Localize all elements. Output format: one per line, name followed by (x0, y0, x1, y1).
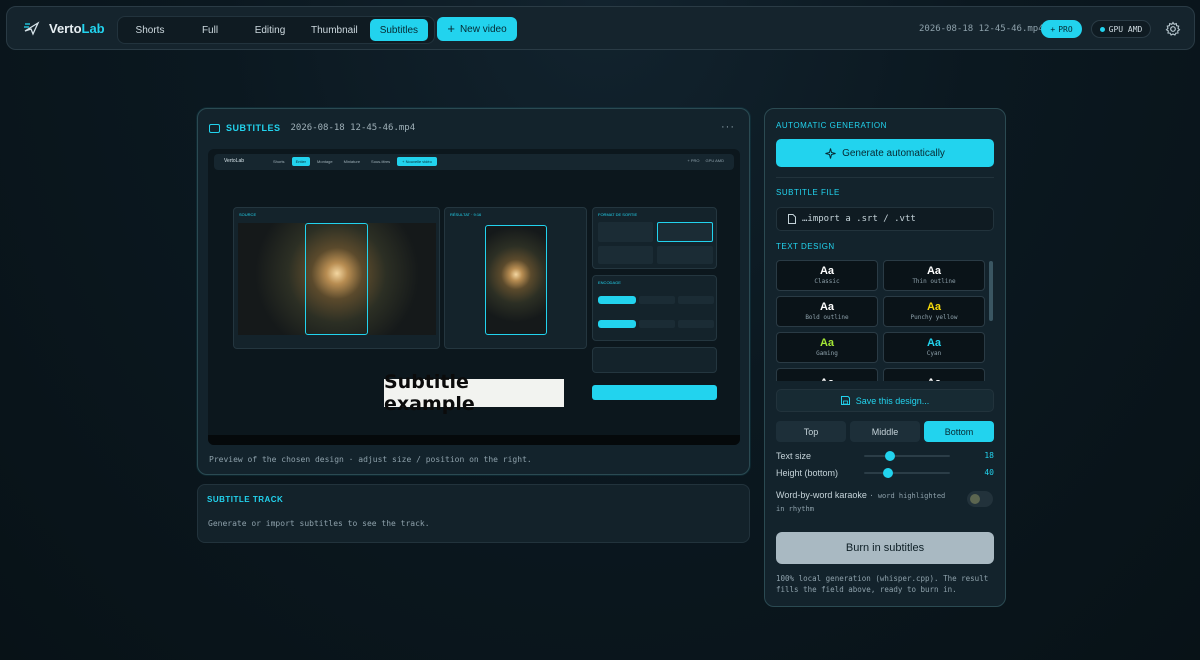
status-dot-icon (1099, 26, 1105, 32)
tab-full[interactable]: Full (181, 19, 239, 41)
more-options-icon[interactable]: ··· (721, 121, 735, 133)
top-bar: VertoLab Shorts Full Editing Thumbnail S… (6, 6, 1195, 50)
subtitle-track-card: SUBTITLE TRACK Generate or import subtit… (197, 484, 750, 543)
video-content-status: + PRO GPU AMD (687, 158, 724, 163)
new-video-label: New video (459, 23, 507, 35)
tab-shorts[interactable]: Shorts (121, 19, 179, 41)
gear-icon[interactable] (1165, 21, 1181, 37)
design-tile-cyan[interactable]: Aa Cyan (883, 332, 985, 363)
text-size-slider[interactable] (864, 451, 950, 461)
design-grid-scrollbar[interactable] (989, 261, 993, 321)
plus-icon: + (447, 21, 455, 36)
track-empty-text: Generate or import subtitles to see the … (208, 519, 430, 528)
video-content-tabs: Shorts Entier Montage Miniature Sous-tit… (269, 157, 437, 166)
design-tile-classic[interactable]: Aa Classic (776, 260, 878, 291)
burn-in-subtitles-button[interactable]: Burn in subtitles (776, 532, 994, 564)
design-tile-gaming[interactable]: Aa Gaming (776, 332, 878, 363)
pro-badge[interactable]: + PRO (1041, 20, 1082, 38)
karaoke-toggle-knob (970, 494, 980, 504)
subtitle-preview-card: SUBTITLES 2026-08-18 12-45-46.mp4 ··· Ve… (197, 108, 750, 475)
main-tabs: Shorts Full Editing Thumbnail Subtitles (117, 16, 435, 44)
karaoke-option: Word-by-word karaoke · word highlighted … (776, 489, 956, 515)
preview-header: SUBTITLES 2026-08-18 12-45-46.mp4 (209, 123, 415, 133)
height-bottom-row: Height (bottom) 40 (776, 466, 994, 480)
subtitles-icon (209, 123, 220, 133)
video-content-brand: VertoLab (224, 158, 245, 164)
generate-automatically-button[interactable]: Generate automatically (776, 139, 994, 167)
tab-subtitles[interactable]: Subtitles (369, 19, 429, 41)
design-tile-punchy-yellow[interactable]: Aa Punchy yellow (883, 296, 985, 327)
design-tile-bold-outline[interactable]: Aa Bold outline (776, 296, 878, 327)
subtitle-file-label: SUBTITLE FILE (776, 188, 840, 197)
text-size-label: Text size (776, 451, 812, 461)
divider (776, 177, 994, 178)
position-top-button[interactable]: Top (776, 421, 846, 442)
generation-footnote: 100% local generation (whisper.cpp). The… (776, 574, 989, 594)
height-bottom-slider[interactable] (864, 468, 950, 478)
import-subtitle-file-field[interactable]: …import a .srt / .vtt (776, 207, 994, 231)
design-presets-grid: Aa Classic Aa Thin outline Aa Bold outli… (776, 260, 988, 381)
position-bottom-button[interactable]: Bottom (924, 421, 994, 442)
film-plane-icon (24, 21, 40, 36)
design-tile-more-1[interactable]: Aa (776, 368, 878, 381)
file-icon (788, 214, 796, 224)
text-size-slider-thumb[interactable] (884, 451, 895, 461)
preview-title: SUBTITLES (226, 123, 281, 133)
design-tile-more-2[interactable]: Aa (883, 368, 985, 381)
preview-caption: Preview of the chosen design · adjust si… (209, 455, 532, 464)
video-bottom-bar (208, 435, 740, 445)
position-selector: Top Middle Bottom (776, 421, 994, 442)
sparkle-icon (825, 147, 836, 159)
video-content-encoding-panel: ENCODAGE (592, 275, 717, 341)
video-content-output-panel (592, 347, 717, 373)
height-bottom-label: Height (bottom) (776, 468, 839, 478)
save-icon (840, 396, 850, 405)
current-filename: 2026-08-18 12-45-46.mp4 (919, 24, 1044, 34)
video-content-result-panel: RÉSULTAT · 9:16 (444, 207, 587, 349)
text-size-row: Text size 18 (776, 449, 994, 463)
karaoke-toggle[interactable] (967, 491, 993, 507)
video-content-format-panel: FORMAT DE SORTIE (592, 207, 717, 269)
subtitle-settings-panel: AUTOMATIC GENERATION Generate automatica… (764, 108, 1006, 607)
preview-filename: 2026-08-18 12-45-46.mp4 (290, 123, 416, 133)
video-content-source-panel: SOURCE (233, 207, 440, 349)
brand-name: VertoLab (49, 20, 105, 36)
tab-thumbnail[interactable]: Thumbnail (301, 19, 368, 41)
brand[interactable]: VertoLab (23, 19, 105, 37)
new-video-button[interactable]: + New video (437, 17, 517, 41)
track-title: SUBTITLE TRACK (207, 495, 284, 504)
text-design-label: TEXT DESIGN (776, 242, 835, 251)
text-size-value: 18 (984, 451, 994, 460)
tab-editing[interactable]: Editing (241, 19, 299, 41)
height-bottom-value: 40 (984, 468, 994, 477)
height-bottom-slider-thumb[interactable] (883, 468, 894, 478)
karaoke-label: Word-by-word karaoke (776, 490, 867, 500)
subtitle-example[interactable]: Subtitle example (384, 371, 564, 415)
video-content-topbar: VertoLab Shorts Entier Montage Miniature… (214, 154, 734, 170)
design-tile-thin-outline[interactable]: Aa Thin outline (883, 260, 985, 291)
gpu-badge: GPU AMD (1091, 20, 1151, 38)
save-design-button[interactable]: Save this design... (776, 389, 994, 412)
plus-icon: + (1050, 24, 1056, 34)
auto-generation-label: AUTOMATIC GENERATION (776, 121, 887, 130)
position-middle-button[interactable]: Middle (850, 421, 920, 442)
video-preview[interactable]: VertoLab Shorts Entier Montage Miniature… (208, 149, 740, 445)
video-content-convert-button (592, 385, 717, 400)
